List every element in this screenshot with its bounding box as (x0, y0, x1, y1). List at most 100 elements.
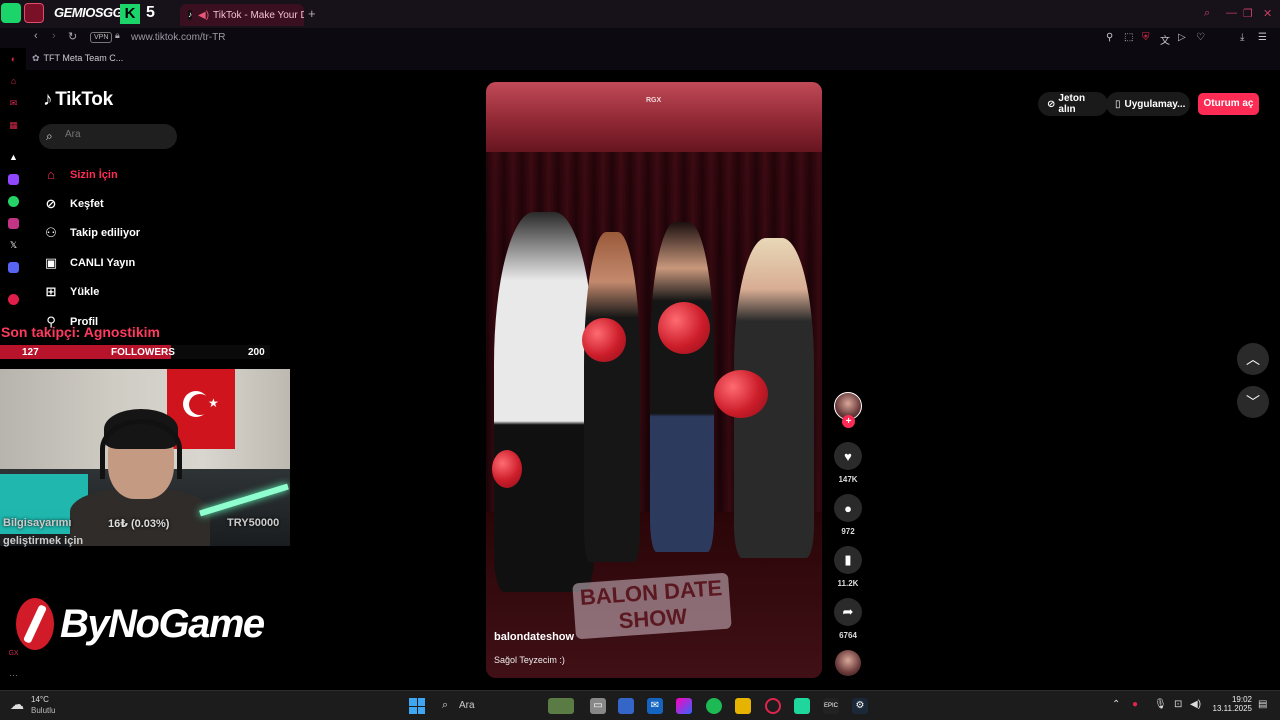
bookmark-tft[interactable]: ✿ TFT Meta Team C... (32, 53, 123, 64)
shield-icon[interactable]: ⛨ (1142, 32, 1150, 43)
save-button[interactable]: ▮ 11.2K (832, 546, 864, 588)
nav-following[interactable]: ⚇ Takip ediliyor (43, 219, 140, 248)
sponsor-logo: ByNoGame (16, 598, 265, 650)
gx-corner-icon[interactable]: ◐ (8, 54, 19, 65)
comment-icon[interactable]: ● (834, 494, 862, 522)
search-icon[interactable]: ⌕ (1204, 7, 1210, 20)
share-icon[interactable]: ➦ (834, 598, 862, 626)
donation-title: Bilgisayarımı (3, 517, 72, 529)
heart-icon[interactable]: ♥ (834, 442, 862, 470)
bookmark-icon: ✿ (32, 53, 40, 63)
notification-icon[interactable]: ▤ (1258, 699, 1267, 710)
get-coins-button[interactable]: ⊘ Jeton alın (1038, 92, 1108, 116)
forward-icon[interactable]: › (52, 30, 56, 42)
like-button[interactable]: ♥ 147K (832, 442, 864, 484)
nav-live[interactable]: ▣ CANLI Yayın (43, 248, 140, 277)
epic-games-icon[interactable]: EPIC (823, 698, 839, 714)
instagram-icon[interactable] (8, 218, 19, 229)
messenger-icon[interactable]: ✉ (8, 98, 19, 109)
search-highlight-icon[interactable] (548, 698, 574, 714)
pin-icon[interactable]: ⚲ (1106, 32, 1113, 43)
menu-icon[interactable]: ☰ (1258, 32, 1267, 43)
new-tab-button[interactable]: + (308, 6, 316, 21)
nav-upload[interactable]: ⊞ Yükle (43, 278, 140, 307)
creator-avatar[interactable]: + (832, 392, 864, 428)
browser-tab-bar: GEMIOSGG K 5 ♪ ◀) TikTok - Make Your D +… (0, 0, 1280, 28)
music-icon[interactable] (8, 294, 19, 305)
store-icon[interactable] (618, 698, 634, 714)
close-icon[interactable]: ✕ (1263, 7, 1272, 20)
tab-title: TikTok - Make Your D (213, 9, 304, 21)
comment-button[interactable]: ● 972 (832, 494, 864, 536)
whatsapp-icon[interactable] (8, 196, 19, 207)
clock-date: 13.11.2025 (1212, 704, 1252, 713)
store-icon[interactable]: ⌂ (8, 76, 19, 87)
nav-explore[interactable]: ⊘ Keşfet (43, 189, 140, 218)
get-app-button[interactable]: ▯ Uygulamay... (1106, 92, 1190, 116)
bookmark-icon[interactable]: ▮ (834, 546, 862, 574)
nav-for-you[interactable]: ⌂ Sizin İçin (43, 160, 140, 189)
translate-icon[interactable]: 文 (1160, 32, 1170, 47)
x-icon[interactable]: 𝕏 (8, 240, 19, 251)
microphone-icon[interactable]: 🎙︎ (1154, 699, 1167, 710)
tiktok-logo[interactable]: ♪ TikTok (43, 89, 113, 111)
opera-gx-icon[interactable] (24, 3, 44, 23)
overlay-count: 5 (146, 4, 155, 21)
maximize-icon[interactable]: ❐ (1243, 7, 1253, 20)
music-disc[interactable] (832, 650, 864, 676)
aria-icon[interactable]: ▲ (8, 152, 19, 163)
news-icon[interactable]: ▦ (8, 120, 19, 131)
copilot-icon[interactable] (676, 698, 692, 714)
file-explorer-icon[interactable] (735, 698, 751, 714)
minimize-icon[interactable]: — (1226, 7, 1237, 19)
bynogame-logo-icon (16, 598, 54, 650)
network-icon[interactable]: ⊡ (1174, 699, 1182, 710)
creator-username[interactable]: balondateshow (494, 631, 574, 643)
lock-icon[interactable]: 🔒︎ (115, 30, 120, 41)
search-box[interactable]: ⌕ (39, 124, 177, 149)
tray-overflow-icon[interactable]: ⌃ (1112, 699, 1120, 710)
video-balloon (582, 318, 626, 362)
clock-time: 19:02 (1231, 695, 1252, 704)
following-icon: ⚇ (45, 225, 57, 241)
reload-icon[interactable]: ↻ (68, 30, 77, 43)
mail-icon[interactable]: ✉ (647, 698, 663, 714)
video-player[interactable]: RGX BALON DATE SHOW balondateshow Sağol … (486, 82, 822, 678)
search-input[interactable] (65, 129, 165, 140)
volume-icon[interactable]: ◀) (1190, 699, 1201, 710)
nav-label: Keşfet (70, 198, 104, 211)
share-button[interactable]: ➦ 6764 (832, 598, 864, 640)
discord-icon[interactable] (8, 262, 19, 273)
next-video-button[interactable]: ﹀ (1237, 386, 1269, 418)
download-icon[interactable]: ⤓ (1240, 32, 1244, 43)
video-caption: Sağol Teyzecim :) (494, 655, 565, 665)
task-view-icon[interactable]: ▭ (590, 698, 606, 714)
steam-icon[interactable]: ⚙ (852, 698, 868, 714)
system-clock[interactable]: 19:02 13.11.2025 (1206, 695, 1252, 713)
previous-video-button[interactable]: ︿ (1237, 343, 1269, 375)
windows-start-icon[interactable] (409, 698, 425, 714)
speaker-icon[interactable]: ◀) (198, 10, 209, 21)
spotify-icon[interactable] (706, 698, 722, 714)
opera-gx-taskbar-icon[interactable] (765, 698, 781, 714)
get-app-label: Uygulamay... (1124, 98, 1186, 110)
tray-app-icon[interactable]: ● (1132, 699, 1138, 710)
snapshot-icon[interactable]: ⬚ (1124, 32, 1133, 43)
app-icon[interactable] (794, 698, 810, 714)
follow-plus-icon[interactable]: + (842, 415, 855, 428)
tiktok-note-icon: ♪ (43, 89, 53, 110)
tiktok-nav: ⌂ Sizin İçin ⊘ Keşfet ⚇ Takip ediliyor ▣ CAN… (43, 160, 140, 336)
weather-temp: 14°C (31, 695, 49, 704)
login-button[interactable]: Oturum aç (1198, 93, 1259, 115)
back-icon[interactable]: ‹ (34, 30, 38, 42)
kick-app-icon[interactable] (1, 3, 21, 23)
home-icon: ⌂ (47, 167, 55, 183)
heart-icon[interactable]: ♡ (1196, 32, 1205, 43)
more-icon[interactable]: … (8, 668, 19, 679)
vpn-badge[interactable]: VPN (90, 32, 113, 43)
play-icon[interactable]: ▷ (1178, 32, 1186, 43)
url-field[interactable]: www.tiktok.com/tr-TR (131, 32, 225, 43)
music-disc-icon[interactable] (835, 650, 861, 676)
twitch-icon[interactable] (8, 174, 19, 185)
tab-tiktok[interactable]: ♪ ◀) TikTok - Make Your D (180, 4, 304, 26)
